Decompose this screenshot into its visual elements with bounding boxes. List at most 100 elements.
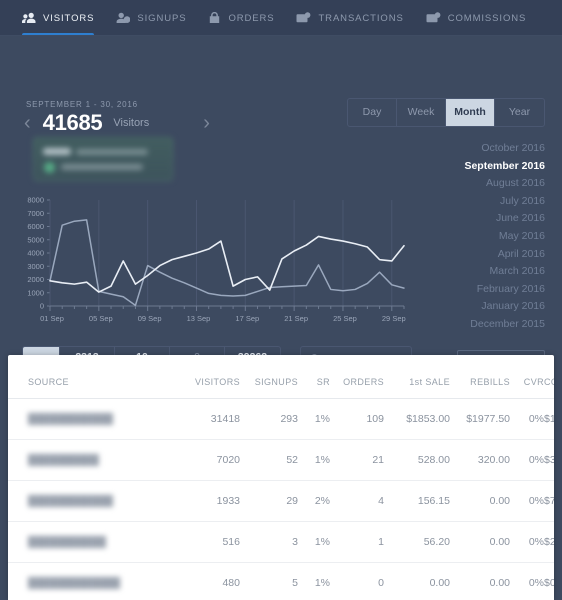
signups-icon — [116, 12, 131, 24]
month-item[interactable]: August 2016 — [395, 175, 545, 193]
tab-signups[interactable]: SIGNUPS — [116, 0, 186, 36]
svg-text:25 Sep: 25 Sep — [333, 314, 357, 323]
redacted-source-name: ██████████ — [28, 455, 99, 466]
col-rebills[interactable]: REBILLS — [450, 355, 510, 399]
month-item[interactable]: June 2016 — [395, 210, 545, 228]
cell-first_sale: $1853.00 — [384, 398, 450, 440]
cell-sr: 1% — [298, 439, 330, 481]
svg-text:1000: 1000 — [27, 288, 44, 297]
col-cvr[interactable]: CVR — [510, 355, 544, 399]
svg-text:09 Sep: 09 Sep — [138, 314, 162, 323]
cell-visitors: 7020 — [178, 439, 240, 481]
col-source[interactable]: SOURCE — [8, 355, 178, 399]
period-option-month[interactable]: Month — [446, 99, 495, 126]
cell-sr: 1% — [298, 562, 330, 600]
svg-text:2000: 2000 — [27, 275, 44, 284]
commissions-icon — [426, 12, 441, 24]
cell-cvr: 0% — [510, 562, 544, 600]
cell-commissions: $78.08 — [544, 480, 554, 522]
visitors-line-chart: 8000 7000 6000 5000 4000 3000 2000 1000 0 01 Sep 0… — [18, 194, 408, 334]
svg-text:7000: 7000 — [27, 209, 44, 218]
cell-first_sale: 56.20 — [384, 521, 450, 563]
cell-cvr: 0% — [510, 439, 544, 481]
transactions-icon — [296, 12, 311, 24]
col-visitors[interactable]: VISITORS — [178, 355, 240, 399]
redacted-source-name: ████████████ — [28, 414, 114, 425]
cell-sr: 1% — [298, 521, 330, 563]
month-item[interactable]: May 2016 — [395, 228, 545, 246]
col-sr[interactable]: SR — [298, 355, 330, 399]
svg-text:4000: 4000 — [27, 249, 44, 258]
month-list: October 2016 September 2016 August 2016 … — [395, 140, 545, 334]
cell-rebills: 0.00 — [450, 521, 510, 563]
prev-period-arrow[interactable]: ‹ — [20, 113, 35, 133]
cell-sr: 2% — [298, 480, 330, 522]
main-nav-bar: VISITORS SIGNUPS ORDERS TRANSACTIONS COM… — [0, 0, 562, 36]
tab-visitors[interactable]: VISITORS — [22, 0, 95, 36]
cell-signups: 52 — [240, 439, 298, 481]
col-orders[interactable]: ORDERS — [330, 355, 384, 399]
month-item[interactable]: March 2016 — [395, 263, 545, 281]
cell-sr: 1% — [298, 398, 330, 440]
month-item-selected[interactable]: September 2016 — [395, 158, 545, 176]
cell-orders: 21 — [330, 439, 384, 481]
cell-signups: 5 — [240, 562, 298, 600]
table-row[interactable]: ███████████ 51631%156.200.000%$28.10 — [8, 521, 554, 563]
cell-source: ██████████ — [8, 439, 178, 481]
table-row[interactable]: ████████████ 1933292%4156.150.000%$78.08 — [8, 480, 554, 522]
period-option-year[interactable]: Year — [495, 99, 544, 126]
cell-orders: 0 — [330, 562, 384, 600]
visitors-icon — [22, 12, 36, 24]
cell-rebills: 320.00 — [450, 439, 510, 481]
cell-source: ███████████ — [8, 521, 178, 563]
tab-label: VISITORS — [43, 12, 95, 24]
table-row[interactable]: █████████████48051%00.000.000%$0.00 — [8, 562, 554, 600]
tab-label: TRANSACTIONS — [318, 12, 404, 24]
redacted-source-name: █████████████ — [28, 578, 121, 589]
cell-visitors: 31418 — [178, 398, 240, 440]
month-item[interactable]: February 2016 — [395, 281, 545, 299]
redacted-source-name: ████████████ — [28, 496, 114, 507]
cell-rebills: 0.00 — [450, 562, 510, 600]
cell-source: █████████████ — [8, 562, 178, 600]
col-commissions[interactable]: COMMISIONS — [544, 355, 554, 399]
sources-table-card: SOURCE VISITORS SIGNUPS SR ORDERS 1st SA… — [8, 355, 554, 600]
cell-cvr: 0% — [510, 480, 544, 522]
cell-rebills: $1977.50 — [450, 398, 510, 440]
col-first-sale[interactable]: 1st SALE — [384, 355, 450, 399]
visitor-count-unit: Visitors — [113, 117, 150, 129]
svg-text:29 Sep: 29 Sep — [382, 314, 406, 323]
table-header-row: SOURCE VISITORS SIGNUPS SR ORDERS 1st SA… — [8, 355, 554, 399]
month-item[interactable]: July 2016 — [395, 193, 545, 211]
col-signups[interactable]: SIGNUPS — [240, 355, 298, 399]
period-range-label: SEPTEMBER 1 - 30, 2016 — [26, 100, 138, 109]
period-option-day[interactable]: Day — [348, 99, 397, 126]
table-header: SOURCE VISITORS SIGNUPS SR ORDERS 1st SA… — [8, 355, 554, 399]
cell-signups: 29 — [240, 480, 298, 522]
chart-canvas: 8000 7000 6000 5000 4000 3000 2000 1000 0 01 Sep 0… — [27, 196, 406, 323]
tab-commissions[interactable]: COMMISSIONS — [426, 0, 527, 36]
table-row[interactable]: ████████████ 31418 293 1% 109 $1853.00 $1977.5… — [8, 398, 554, 440]
tab-label: COMMISSIONS — [447, 12, 527, 24]
table-body: ████████████ 31418 293 1% 109 $1853.00 $1977.5… — [8, 398, 554, 600]
month-item[interactable]: January 2016 — [395, 298, 545, 316]
svg-text:05 Sep: 05 Sep — [89, 314, 113, 323]
svg-text:13 Sep: 13 Sep — [187, 314, 211, 323]
month-item[interactable]: April 2016 — [395, 246, 545, 264]
month-item[interactable]: December 2015 — [395, 316, 545, 334]
tab-orders[interactable]: ORDERS — [208, 0, 274, 36]
cell-signups: 293 — [240, 398, 298, 440]
table-row[interactable]: ██████████ 7020521%21528.00320.000%$328.1… — [8, 439, 554, 481]
period-selector[interactable]: Day Week Month Year — [347, 98, 545, 127]
next-period-arrow[interactable]: › — [199, 113, 214, 133]
period-option-week[interactable]: Week — [397, 99, 446, 126]
cell-source: ████████████ — [8, 398, 178, 440]
tab-transactions[interactable]: TRANSACTIONS — [296, 0, 403, 36]
month-item[interactable]: October 2016 — [395, 140, 545, 158]
cell-first_sale: 0.00 — [384, 562, 450, 600]
svg-text:3000: 3000 — [27, 262, 44, 271]
cell-first_sale: 156.15 — [384, 480, 450, 522]
cell-first_sale: 528.00 — [384, 439, 450, 481]
cell-cvr: 0% — [510, 398, 544, 440]
svg-text:6000: 6000 — [27, 222, 44, 231]
